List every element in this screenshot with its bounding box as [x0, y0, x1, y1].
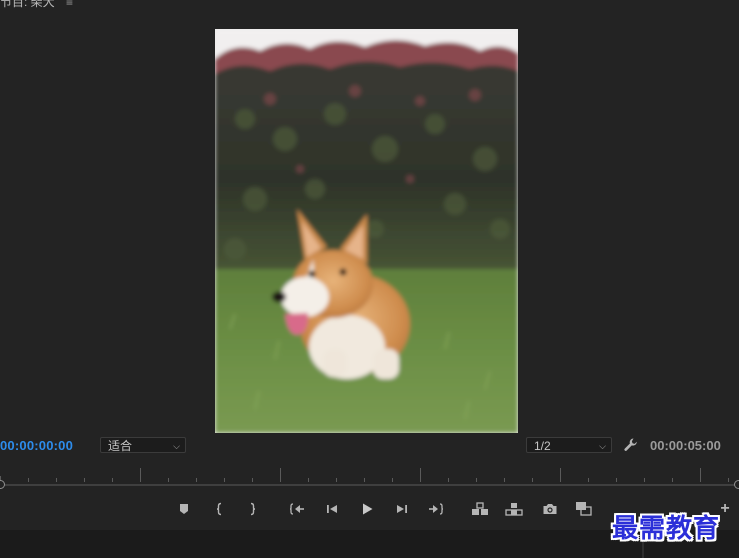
- export-frame-button[interactable]: [539, 498, 561, 520]
- scrollbar-left-handle[interactable]: [0, 480, 5, 489]
- overwrite-button[interactable]: [503, 498, 525, 520]
- video-preview[interactable]: [215, 29, 518, 433]
- overwrite-icon: [505, 503, 523, 516]
- plus-icon: +: [720, 500, 730, 517]
- play-icon: [363, 503, 373, 515]
- go-to-in-button[interactable]: [286, 498, 308, 520]
- chevron-down-icon: ⌵: [173, 441, 180, 451]
- camera-icon: [543, 504, 557, 514]
- watermark-logo: 最需教育: [612, 514, 721, 544]
- step-back-icon: [327, 505, 337, 513]
- marker-icon: [180, 504, 188, 514]
- insert-icon: [472, 502, 488, 515]
- mark-in-button[interactable]: [209, 498, 231, 520]
- insert-button[interactable]: [469, 498, 491, 520]
- zoom-level-value: 适合: [108, 439, 133, 453]
- playback-resolution-value: 1/2: [534, 439, 551, 453]
- comparison-view-button[interactable]: [573, 498, 595, 520]
- comparison-icon: [576, 502, 592, 516]
- panel-menu-icon[interactable]: ≡: [66, 0, 73, 9]
- zoom-level-select[interactable]: 适合 ⌵: [100, 437, 186, 453]
- panel-title-label: 节目: 柴犬: [0, 0, 55, 9]
- step-back-button[interactable]: [321, 498, 343, 520]
- mark-out-icon: [250, 502, 256, 516]
- wrench-icon[interactable]: [623, 437, 639, 453]
- current-timecode[interactable]: 00:00:00:00: [0, 438, 73, 453]
- zoom-scrollbar[interactable]: [0, 480, 739, 490]
- go-to-in-icon: [289, 503, 304, 515]
- scrollbar-right-handle[interactable]: [734, 480, 739, 489]
- add-marker-button[interactable]: [173, 498, 195, 520]
- time-ruler[interactable]: [0, 462, 739, 482]
- mark-in-icon: [216, 502, 222, 516]
- duration-timecode: 00:00:05:00: [650, 438, 721, 453]
- program-monitor: 节目: 柴犬 ≡ 00:00:00:00 适合 ⌵ 1/2 ⌵ 00:00:05…: [0, 0, 739, 558]
- video-frame-image: [215, 29, 518, 433]
- mark-out-button[interactable]: [241, 498, 263, 520]
- go-to-out-button[interactable]: [425, 498, 447, 520]
- playback-resolution-select[interactable]: 1/2 ⌵: [526, 437, 612, 453]
- chevron-down-icon: ⌵: [599, 441, 606, 451]
- go-to-out-icon: [429, 503, 444, 515]
- step-forward-button[interactable]: [391, 498, 413, 520]
- step-forward-icon: [397, 505, 407, 513]
- scrollbar-track: [0, 484, 739, 486]
- panel-title[interactable]: 节目: 柴犬 ≡: [0, 0, 73, 10]
- ruler-ticks: [0, 468, 729, 482]
- play-button[interactable]: [356, 498, 378, 520]
